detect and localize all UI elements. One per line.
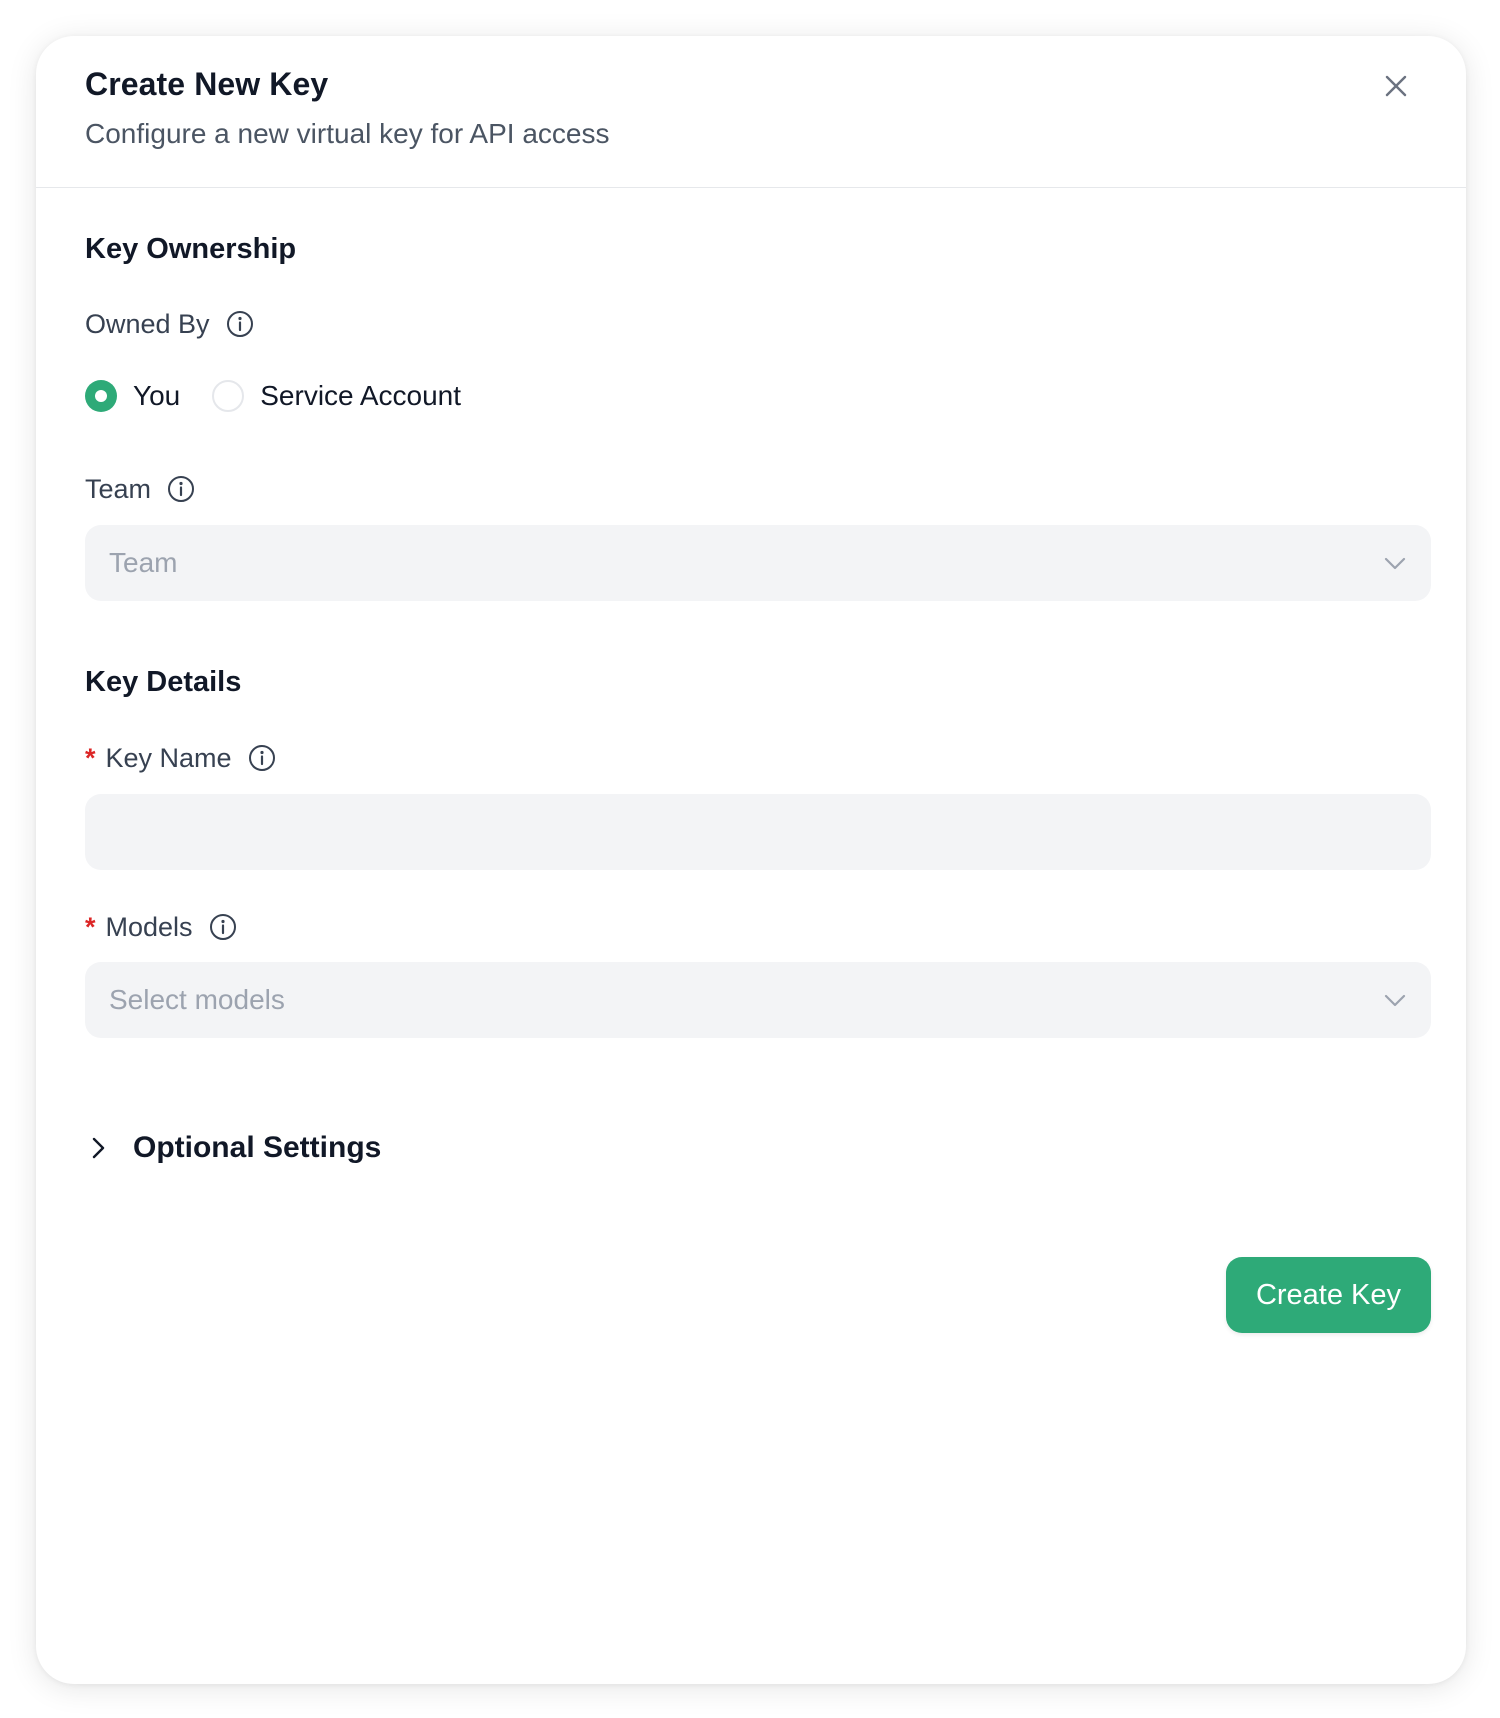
- chevron-down-icon: [1384, 994, 1406, 1007]
- models-label: * Models: [85, 909, 237, 945]
- team-label-text: Team: [85, 473, 152, 504]
- optional-settings-label[interactable]: Optional Settings: [133, 1131, 381, 1165]
- team-select-placeholder: Team: [109, 547, 178, 578]
- chevron-down-icon: [1384, 557, 1406, 570]
- team-label: Team: [85, 471, 195, 507]
- close-icon: [1385, 75, 1407, 97]
- models-select-placeholder: Select models: [109, 984, 285, 1015]
- close-button[interactable]: [1376, 66, 1416, 106]
- dialog-title: Create New Key: [85, 66, 329, 102]
- chevron-right-icon: [92, 1137, 105, 1159]
- models-label-text: Models: [105, 911, 193, 942]
- info-icon[interactable]: [167, 475, 195, 503]
- owned-by-label-text: Owned By: [85, 308, 210, 339]
- radio-you-circle[interactable]: [85, 380, 117, 412]
- radio-you[interactable]: You: [85, 380, 180, 412]
- key-name-input[interactable]: [85, 794, 1431, 870]
- info-icon[interactable]: [209, 913, 237, 941]
- radio-you-label[interactable]: You: [133, 380, 180, 412]
- radio-service-account-circle[interactable]: [212, 380, 245, 412]
- required-marker: *: [85, 742, 96, 773]
- team-select[interactable]: Team: [85, 525, 1431, 601]
- radio-service-account[interactable]: Service Account: [212, 380, 461, 412]
- key-name-label: * Key Name: [85, 740, 276, 776]
- key-name-label-text: Key Name: [105, 742, 232, 773]
- owned-by-label: Owned By: [85, 306, 254, 342]
- key-details-heading: Key Details: [85, 666, 242, 698]
- key-ownership-heading: Key Ownership: [85, 233, 297, 265]
- info-icon[interactable]: [226, 310, 254, 338]
- radio-service-account-label[interactable]: Service Account: [260, 380, 461, 412]
- owned-by-radio-group: You Service Account: [85, 376, 493, 416]
- required-marker: *: [85, 911, 96, 942]
- dialog-header: Create New Key Configure a new virtual k…: [36, 36, 1466, 188]
- key-name-field[interactable]: [85, 794, 1431, 870]
- create-key-button[interactable]: Create Key: [1226, 1257, 1431, 1333]
- dialog-subtitle: Configure a new virtual key for API acce…: [85, 118, 610, 149]
- create-key-dialog: Create New Key Configure a new virtual k…: [36, 36, 1466, 1684]
- optional-settings-toggle[interactable]: Optional Settings: [85, 1126, 381, 1170]
- info-icon[interactable]: [248, 744, 276, 772]
- models-select[interactable]: Select models: [85, 962, 1431, 1038]
